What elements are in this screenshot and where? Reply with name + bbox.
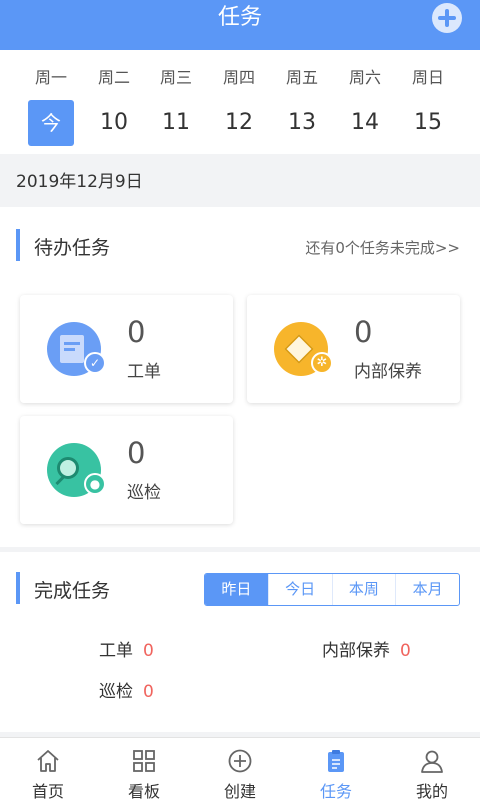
task-clipboard-icon [328,750,344,772]
page-title: 任务 [217,5,262,30]
tab-label: 创建 [223,782,256,800]
weekday-sun: 周日 [411,68,444,87]
maintenance-box-icon: ✲ [274,322,333,376]
week-calendar: 周一 周二 周三 周四 周五 周六 周日 今 10 11 12 13 14 15 [0,50,480,154]
date-14[interactable]: 14 [333,100,397,146]
stat-value: 0 [400,641,411,661]
tab-label: 看板 [127,782,160,800]
date-15[interactable]: 15 [396,100,460,146]
inspection-count: 0 [127,436,146,470]
stat-work-order: 工单 0 [99,636,154,661]
tab-label: 任务 [319,782,352,800]
work-order-count: 0 [127,315,146,349]
work-order-card[interactable]: ✓ 0 工单 [20,295,233,403]
maintenance-count: 0 [354,315,373,349]
dashboard-grid-icon [133,750,155,772]
inspection-card[interactable]: ● 0 巡检 [20,416,233,524]
weekday-wed: 周三 [159,68,192,87]
weekday-thu: 周四 [222,68,255,87]
stat-label: 工单 [99,641,133,661]
period-this-week[interactable]: 本周 [331,574,396,605]
tab-profile[interactable]: 我的 [384,738,480,800]
home-icon [37,750,59,772]
section-accent-bar [16,572,20,604]
maintenance-label: 内部保养 [354,362,422,382]
inspection-icon: ● [47,443,106,497]
period-today[interactable]: 今日 [267,574,332,605]
create-plus-icon [228,749,252,773]
tab-label: 我的 [415,782,448,800]
inspection-label: 巡检 [127,483,161,503]
completed-tasks-section: 完成任务 昨日 今日 本周 本月 工单 0 内部保养 0 巡检 0 [0,552,480,732]
pending-more-link[interactable]: 还有0个任务未完成>> [305,237,460,258]
tab-tasks[interactable]: 任务 [288,738,384,800]
tab-dashboard[interactable]: 看板 [96,738,192,800]
selected-date-label: 2019年12月9日 [0,160,480,204]
pending-title: 待办任务 [34,237,111,259]
period-yesterday[interactable]: 昨日 [205,574,268,605]
stat-value: 0 [143,682,154,702]
app-header: 任务 [0,0,480,50]
weekday-fri: 周五 [285,68,318,87]
bottom-tab-bar: 首页 看板 创建 任务 我的 [0,737,480,800]
tab-label: 首页 [31,782,64,800]
stat-inspection: 巡检 0 [99,677,154,702]
section-accent-bar [16,229,20,261]
work-order-icon: ✓ [47,322,106,376]
add-task-button[interactable] [432,3,462,33]
weekday-tue: 周二 [97,68,130,87]
period-this-month[interactable]: 本月 [395,574,459,605]
weekday-mon: 周一 [34,68,67,87]
date-11[interactable]: 11 [144,100,208,146]
stat-label: 内部保养 [322,641,390,661]
tab-create[interactable]: 创建 [192,738,288,800]
completed-title: 完成任务 [34,580,111,602]
period-selector: 昨日 今日 本周 本月 [204,573,460,606]
date-today[interactable]: 今 [28,100,74,146]
maintenance-card[interactable]: ✲ 0 内部保养 [247,295,460,403]
weekday-sat: 周六 [348,68,381,87]
work-order-label: 工单 [127,362,161,382]
pending-tasks-section: 待办任务 还有0个任务未完成>> ✓ 0 工单 ✲ 0 内部保养 ● 0 巡检 [0,207,480,547]
date-13[interactable]: 13 [270,100,334,146]
date-12[interactable]: 12 [207,100,271,146]
stat-maintenance: 内部保养 0 [322,636,411,661]
stat-value: 0 [143,641,154,661]
date-10[interactable]: 10 [82,100,146,146]
user-icon [421,750,443,773]
stat-label: 巡检 [99,682,133,702]
tab-home[interactable]: 首页 [0,738,96,800]
